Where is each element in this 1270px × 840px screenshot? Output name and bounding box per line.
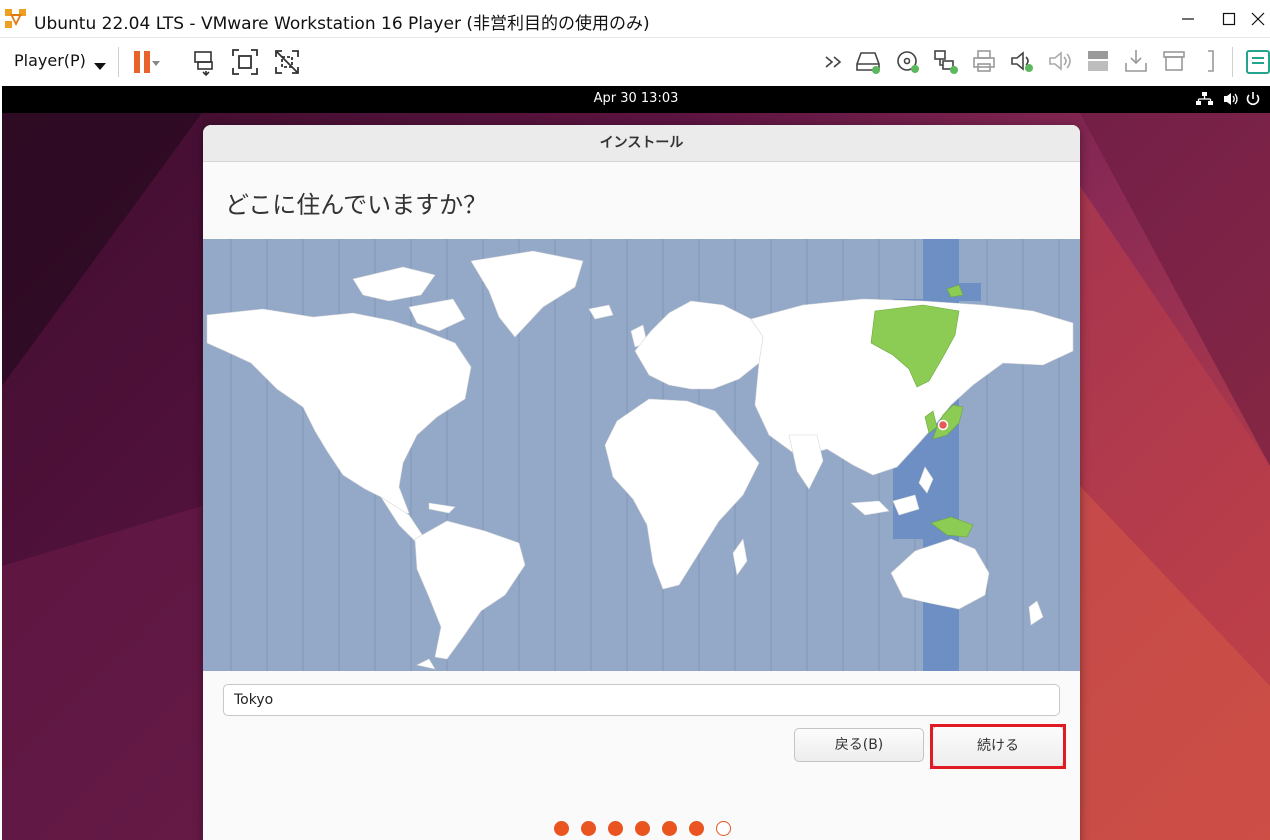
unity-icon[interactable] [272,47,304,77]
player-menu-dropdown-icon[interactable] [94,56,106,75]
timezone-input[interactable]: Tokyo [223,684,1060,716]
send-ctrl-alt-del-icon[interactable] [190,47,222,77]
printer-icon[interactable] [970,47,1002,77]
toolbar-divider [1232,47,1233,77]
more-devices-icon[interactable] [822,47,854,77]
progress-dot [662,821,677,836]
vmware-player-logo-icon [4,8,28,30]
network-icon [1196,92,1213,105]
window-title: Ubuntu 22.04 LTS - VMware Workstation 16… [34,14,650,34]
progress-dot [554,821,569,836]
back-button[interactable]: 戻る(B) [794,728,924,762]
cd-dvd-icon[interactable] [894,47,926,77]
hard-disk-icon[interactable] [854,47,886,77]
sound-icon[interactable] [1046,47,1078,77]
toolbar-divider [118,47,119,77]
progress-dot [608,821,623,836]
clock[interactable]: Apr 30 13:03 [2,91,1270,106]
power-icon [1246,92,1260,106]
guest-screen[interactable]: Apr 30 13:03 インストール どこに住んでいますか？ Tokyo 戻る… [2,86,1270,840]
dialog-header: インストール [203,125,1080,162]
minimize-button[interactable] [1168,6,1208,32]
message-log-icon[interactable] [1244,47,1270,77]
full-screen-icon[interactable] [230,47,262,77]
timezone-map[interactable] [203,239,1080,671]
progress-dot-current [716,821,731,836]
city-marker-icon [937,419,949,431]
top-bar: Apr 30 13:03 [2,86,1270,113]
progress-dots [203,821,1080,837]
system-menu[interactable] [1196,91,1262,111]
window-titlebar: Ubuntu 22.04 LTS - VMware Workstation 16… [0,0,1270,37]
progress-dot [635,821,650,836]
removable-device-icon[interactable] [1160,47,1192,77]
volume-icon [1224,93,1238,105]
sound-card-icon[interactable] [1008,47,1040,77]
pause-icon[interactable] [130,47,162,77]
network-adapter-icon[interactable] [932,47,964,77]
player-toolbar: Player(P) [0,37,1270,86]
serial-port-icon[interactable] [1200,47,1232,77]
dialog-title: インストール [599,135,684,151]
player-menu[interactable]: Player(P) [14,51,86,70]
highlight-annotation [930,724,1066,769]
close-button[interactable] [1238,6,1270,32]
usb-device-icon[interactable] [1122,47,1154,77]
page-title: どこに住んでいますか？ [225,191,488,219]
progress-dot [689,821,704,836]
installer-dialog: インストール どこに住んでいますか？ Tokyo 戻る(B) 続ける [203,125,1080,840]
usb-controller-icon[interactable] [1084,47,1116,77]
progress-dot [581,821,596,836]
